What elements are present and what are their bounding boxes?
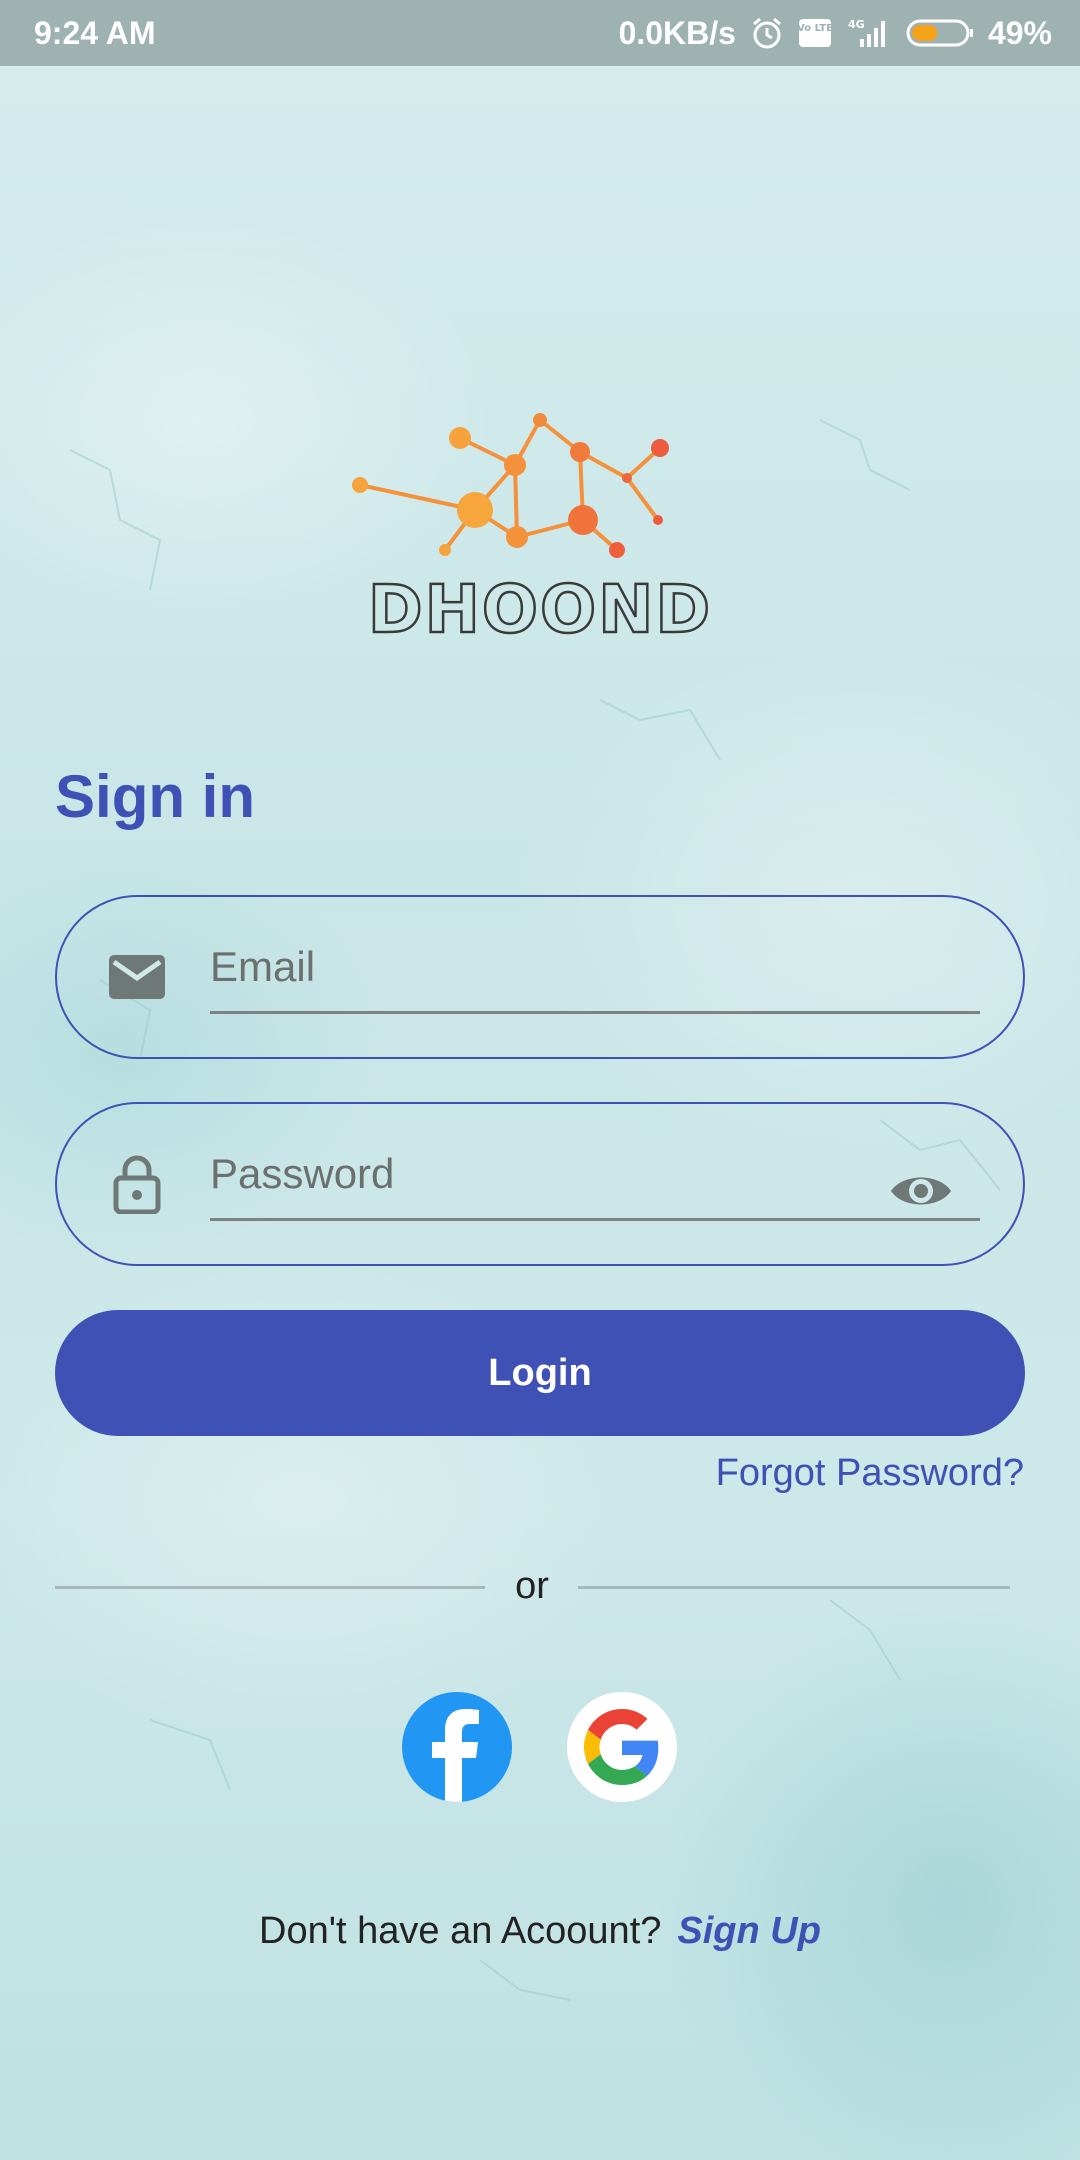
password-field[interactable]: [55, 1102, 1025, 1266]
email-underline: [210, 1011, 980, 1014]
network-speed: 0.0KB/s: [618, 14, 736, 51]
password-input[interactable]: [210, 1142, 980, 1206]
facebook-icon: [432, 1709, 479, 1802]
page-title: Sign in: [55, 763, 255, 830]
battery-icon: [906, 17, 974, 49]
volte-icon: Vo LTE: [798, 18, 832, 48]
background-texture: [0, 0, 1080, 2160]
app-logo: DHOOND: [340, 400, 740, 650]
status-time: 9:24 AM: [34, 14, 156, 51]
email-field[interactable]: [55, 895, 1025, 1059]
status-icons: 0.0KB/s Vo LTE 4G 49%: [619, 15, 1052, 52]
battery-percent: 49%: [987, 14, 1052, 51]
show-password-icon[interactable]: [889, 1159, 953, 1223]
sign-up-link[interactable]: Sign Up: [677, 1910, 821, 1953]
svg-text:4G: 4G: [848, 18, 865, 31]
mail-icon: [105, 945, 169, 1009]
forgot-password-link[interactable]: Forgot Password?: [716, 1452, 1024, 1495]
divider-right: [578, 1586, 1010, 1589]
alarm-icon: [750, 16, 784, 50]
signal-icon: 4G: [846, 17, 892, 49]
lock-icon: [105, 1152, 169, 1216]
logo-wordmark: DHOOND: [368, 571, 712, 648]
google-icon: [584, 1709, 659, 1785]
password-underline: [210, 1218, 980, 1221]
no-account-text: Don't have an Acoount?: [259, 1910, 662, 1952]
facebook-login-button[interactable]: [402, 1692, 512, 1802]
status-bar: 9:24 AM 0.0KB/s Vo LTE 4G 49%: [0, 0, 1080, 66]
svg-text:Vo LTE: Vo LTE: [798, 23, 832, 34]
google-login-button[interactable]: [567, 1692, 677, 1802]
signup-row: Don't have an Acoount? Sign Up: [0, 1910, 1080, 1953]
email-input[interactable]: [210, 935, 980, 999]
login-button[interactable]: Login: [55, 1310, 1025, 1436]
